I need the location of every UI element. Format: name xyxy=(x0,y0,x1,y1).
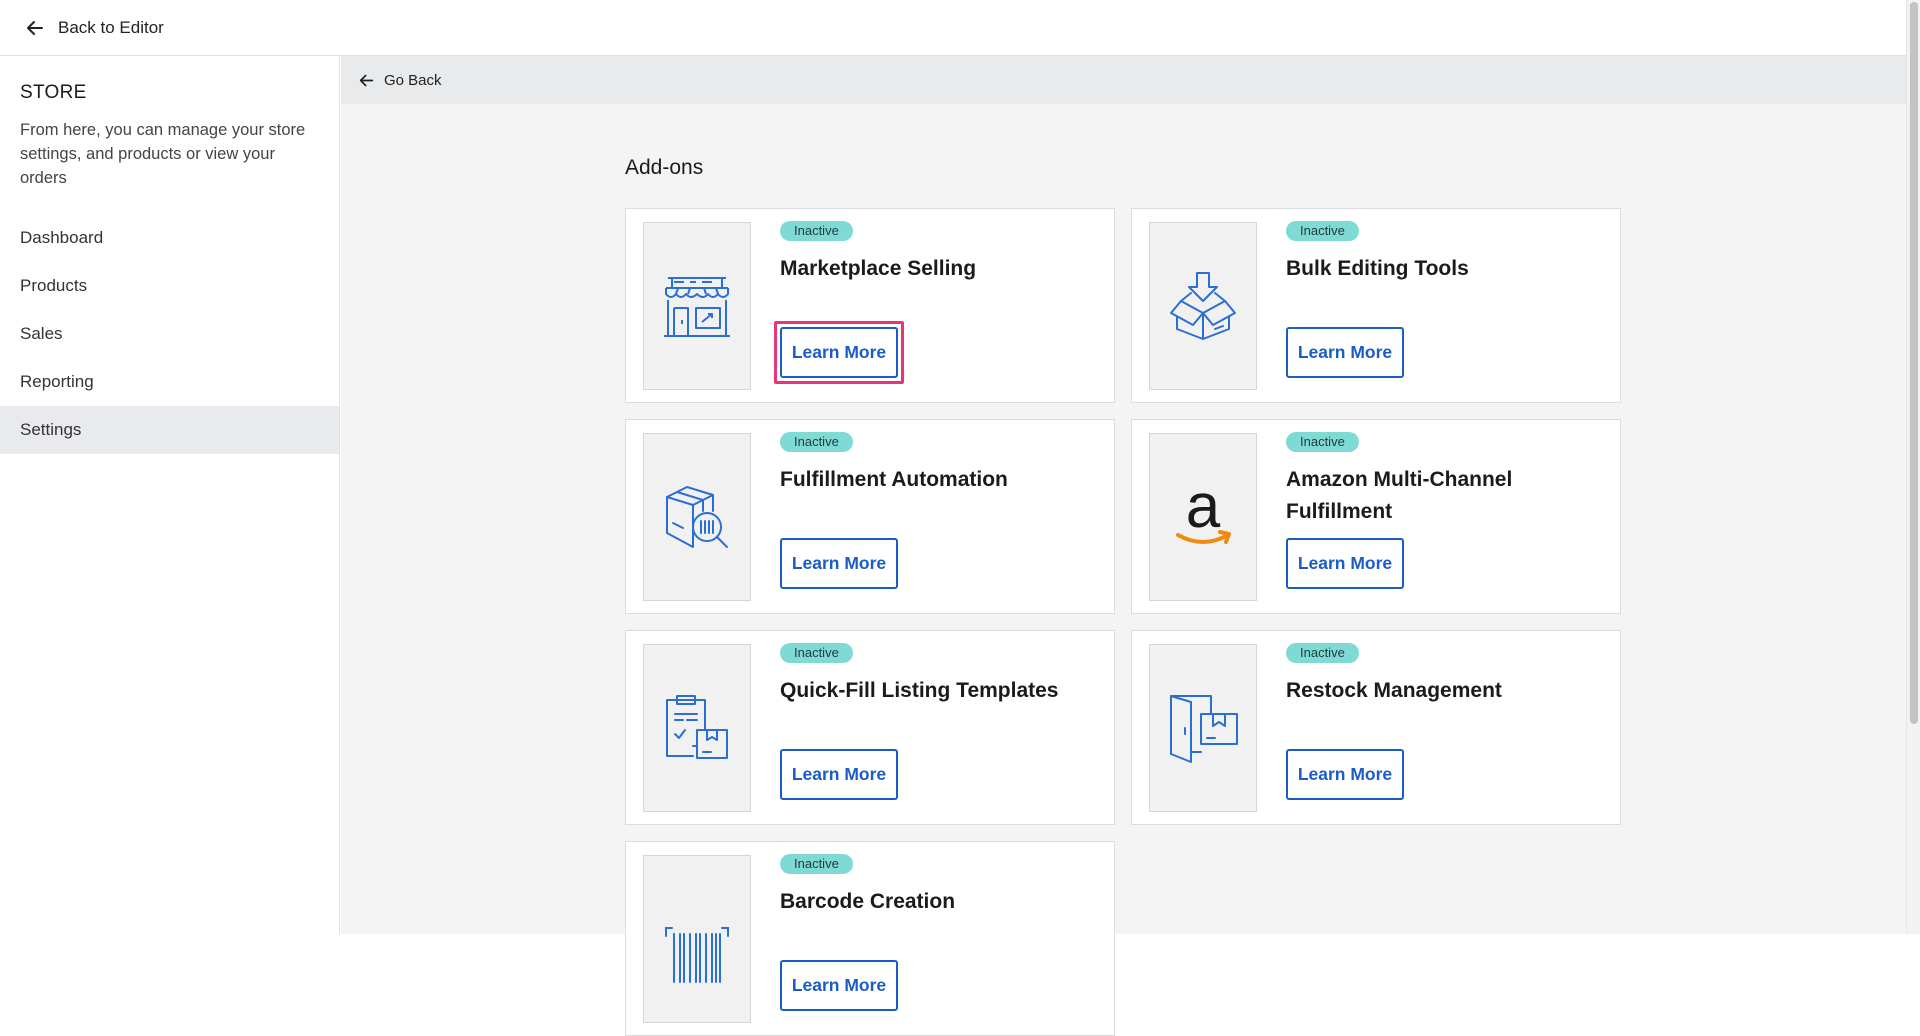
addon-thumbnail xyxy=(643,855,751,1023)
addon-card-restock-management: Inactive Restock Management Learn More xyxy=(1131,630,1621,825)
learn-more-button[interactable]: Learn More xyxy=(780,749,898,800)
storefront-icon xyxy=(664,277,730,337)
status-badge: Inactive xyxy=(780,221,853,241)
addon-thumbnail xyxy=(1149,222,1257,390)
addon-thumbnail xyxy=(643,433,751,601)
go-back-label: Go Back xyxy=(384,71,442,89)
scrollbar-thumb[interactable] xyxy=(1910,2,1918,724)
addon-card-bulk-editing-tools: Inactive Bulk Editing Tools Learn More xyxy=(1131,208,1621,403)
addons-header: Add-ons xyxy=(625,156,1625,180)
learn-more-button[interactable]: Learn More xyxy=(1286,538,1404,589)
arrow-left-icon xyxy=(359,74,374,86)
sidebar-item-sales[interactable]: Sales xyxy=(0,310,339,358)
learn-more-button[interactable]: Learn More xyxy=(1286,749,1404,800)
status-badge: Inactive xyxy=(1286,643,1359,663)
addon-card-quick-fill-listing-templates: Inactive Quick-Fill Listing Templates Le… xyxy=(625,630,1115,825)
back-to-editor-label: Back to Editor xyxy=(58,17,164,37)
amazon-logo-icon: a xyxy=(1176,481,1231,544)
sidebar-item-settings[interactable]: Settings xyxy=(0,406,339,454)
addon-thumbnail xyxy=(643,222,751,390)
sidebar-item-products[interactable]: Products xyxy=(0,262,339,310)
box-download-icon xyxy=(1170,272,1236,340)
sidebar-item-dashboard[interactable]: Dashboard xyxy=(0,214,339,262)
go-back-link[interactable]: Go Back xyxy=(359,72,442,89)
main-panel: Go Back Add-ons Inactive Marketplace Sel… xyxy=(341,56,1906,1036)
addon-thumbnail xyxy=(643,644,751,812)
addon-title: Quick-Fill Listing Templates xyxy=(780,679,1059,702)
status-badge: Inactive xyxy=(1286,221,1359,241)
addon-title: Amazon Multi-Channel Fulfillment xyxy=(1286,468,1513,523)
addon-thumbnail xyxy=(1149,644,1257,812)
learn-more-button[interactable]: Learn More xyxy=(1286,327,1404,378)
status-badge: Inactive xyxy=(1286,432,1359,452)
addon-card-fulfillment-automation: Inactive Fulfillment Automation Learn Mo… xyxy=(625,419,1115,614)
addon-title: Bulk Editing Tools xyxy=(1286,257,1469,280)
clipboard-template-icon xyxy=(666,695,728,759)
package-search-icon xyxy=(666,486,728,548)
svg-text:a: a xyxy=(1186,481,1221,541)
sidebar-description: From here, you can manage your store set… xyxy=(20,121,306,187)
addon-card-barcode-creation: Inactive Barcode Creation Learn More xyxy=(625,841,1115,1036)
top-bar: Back to Editor xyxy=(0,0,1906,56)
addon-title: Barcode Creation xyxy=(780,890,956,913)
restock-door-icon xyxy=(1170,695,1238,763)
barcode-icon xyxy=(665,927,729,983)
addon-title: Restock Management xyxy=(1286,679,1502,702)
learn-more-button[interactable]: Learn More xyxy=(780,960,898,1011)
learn-more-button[interactable]: Learn More xyxy=(780,327,898,378)
status-badge: Inactive xyxy=(780,854,853,874)
learn-more-button[interactable]: Learn More xyxy=(780,538,898,589)
page-title: Add-ons xyxy=(625,156,704,179)
addon-card-amazon-multi-channel-fulfillment: a Inactive Amazon Multi-Channel Fulfillm… xyxy=(1131,419,1621,614)
addon-thumbnail: a xyxy=(1149,433,1257,601)
sidebar-item-reporting[interactable]: Reporting xyxy=(0,358,339,406)
addon-card-marketplace-selling: Inactive Marketplace Selling Learn More xyxy=(625,208,1115,403)
addon-title: Fulfillment Automation xyxy=(780,468,1008,491)
store-sidebar: STORE From here, you can manage your sto… xyxy=(0,56,340,934)
sidebar-nav: Dashboard Products Sales Reporting Setti… xyxy=(0,214,339,454)
sidebar-title: STORE xyxy=(20,82,87,103)
addon-title: Marketplace Selling xyxy=(780,257,977,280)
sub-header-bar: Go Back xyxy=(341,56,1906,104)
page-scrollbar[interactable] xyxy=(1906,0,1920,934)
status-badge: Inactive xyxy=(780,432,853,452)
status-badge: Inactive xyxy=(780,643,853,663)
back-to-editor-link[interactable]: Back to Editor xyxy=(26,18,164,38)
arrow-left-icon xyxy=(27,20,43,35)
